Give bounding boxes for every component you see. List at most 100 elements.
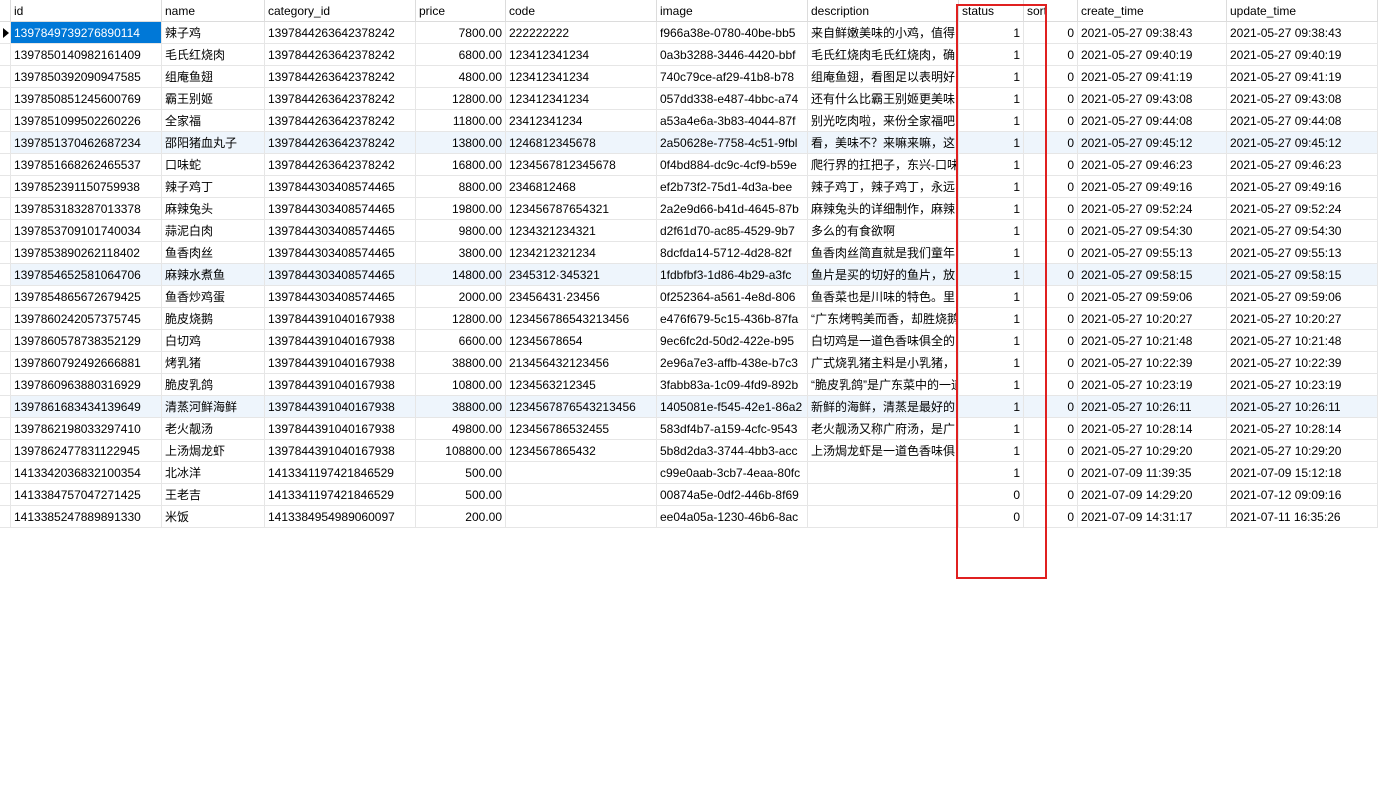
- column-header-id[interactable]: id: [11, 0, 162, 22]
- cell-price[interactable]: 3800.00: [416, 242, 506, 264]
- cell-create-time[interactable]: 2021-05-27 10:22:39: [1078, 352, 1227, 374]
- table-row[interactable]: 1397852391150759938 辣子鸡丁 13978443034085744…: [0, 176, 1378, 198]
- cell-id[interactable]: 1397850392090947585: [11, 66, 162, 88]
- table-row[interactable]: 1397854652581064706 麻辣水煮鱼 1397844303408574…: [0, 264, 1378, 286]
- row-indicator[interactable]: [0, 352, 11, 374]
- cell-id[interactable]: 1397851099502260226: [11, 110, 162, 132]
- cell-image[interactable]: d2f61d70-ac85-4529-9b7: [657, 220, 808, 242]
- cell-sort[interactable]: 0: [1024, 88, 1078, 110]
- cell-category-id[interactable]: 1413384954989060097: [265, 506, 416, 528]
- cell-update-time[interactable]: 2021-05-27 10:21:48: [1227, 330, 1378, 352]
- cell-description[interactable]: 白切鸡是一道色香味俱全的: [808, 330, 959, 352]
- cell-category-id[interactable]: 1397844391040167938: [265, 418, 416, 440]
- cell-category-id[interactable]: 1397844391040167938: [265, 352, 416, 374]
- cell-sort[interactable]: 0: [1024, 418, 1078, 440]
- cell-update-time[interactable]: 2021-05-27 09:59:06: [1227, 286, 1378, 308]
- cell-update-time[interactable]: 2021-05-27 10:20:27: [1227, 308, 1378, 330]
- cell-create-time[interactable]: 2021-05-27 10:21:48: [1078, 330, 1227, 352]
- cell-update-time[interactable]: 2021-05-27 10:29:20: [1227, 440, 1378, 462]
- row-indicator[interactable]: [0, 286, 11, 308]
- cell-name[interactable]: 口味蛇: [162, 154, 265, 176]
- cell-status[interactable]: 1: [959, 264, 1024, 286]
- cell-image[interactable]: 2a2e9d66-b41d-4645-87b: [657, 198, 808, 220]
- cell-image[interactable]: 1405081e-f545-42e1-86a2: [657, 396, 808, 418]
- row-indicator[interactable]: [0, 484, 11, 506]
- cell-sort[interactable]: 0: [1024, 154, 1078, 176]
- row-indicator[interactable]: [0, 220, 11, 242]
- cell-id[interactable]: 1413384757047271425: [11, 484, 162, 506]
- table-row[interactable]: 1397862477831122945 上汤焗龙虾 1397844391040167…: [0, 440, 1378, 462]
- row-indicator[interactable]: [0, 132, 11, 154]
- row-indicator[interactable]: [0, 242, 11, 264]
- cell-price[interactable]: 9800.00: [416, 220, 506, 242]
- cell-price[interactable]: 38800.00: [416, 396, 506, 418]
- cell-code[interactable]: 1234563212345: [506, 374, 657, 396]
- cell-update-time[interactable]: 2021-07-11 16:35:26: [1227, 506, 1378, 528]
- table-row[interactable]: 1413342036832100354 北冰洋 141334119742184652…: [0, 462, 1378, 484]
- cell-id[interactable]: 1397853890262118402: [11, 242, 162, 264]
- cell-image[interactable]: 0f4bd884-dc9c-4cf9-b59e: [657, 154, 808, 176]
- cell-update-time[interactable]: 2021-05-27 09:58:15: [1227, 264, 1378, 286]
- cell-name[interactable]: 毛氏红烧肉: [162, 44, 265, 66]
- cell-status[interactable]: 1: [959, 132, 1024, 154]
- column-header-create-time[interactable]: create_time: [1078, 0, 1227, 22]
- row-indicator[interactable]: [0, 110, 11, 132]
- cell-id[interactable]: 1397861683434139649: [11, 396, 162, 418]
- cell-sort[interactable]: 0: [1024, 220, 1078, 242]
- cell-image[interactable]: 2a50628e-7758-4c51-9fbl: [657, 132, 808, 154]
- cell-name[interactable]: 清蒸河鲜海鲜: [162, 396, 265, 418]
- cell-image[interactable]: 5b8d2da3-3744-4bb3-acc: [657, 440, 808, 462]
- cell-category-id[interactable]: 1397844263642378242: [265, 88, 416, 110]
- cell-status[interactable]: 1: [959, 176, 1024, 198]
- column-header-sort[interactable]: sort: [1024, 0, 1078, 22]
- cell-code[interactable]: 2346812468: [506, 176, 657, 198]
- cell-status[interactable]: 1: [959, 154, 1024, 176]
- cell-price[interactable]: 11800.00: [416, 110, 506, 132]
- cell-status[interactable]: 0: [959, 484, 1024, 506]
- cell-code[interactable]: 1234567865432: [506, 440, 657, 462]
- cell-name[interactable]: 白切鸡: [162, 330, 265, 352]
- cell-image[interactable]: a53a4e6a-3b83-4044-87f: [657, 110, 808, 132]
- cell-image[interactable]: 3fabb83a-1c09-4fd9-892b: [657, 374, 808, 396]
- cell-create-time[interactable]: 2021-05-27 09:59:06: [1078, 286, 1227, 308]
- column-header-status[interactable]: status: [959, 0, 1024, 22]
- row-indicator[interactable]: [0, 330, 11, 352]
- cell-description[interactable]: “广东烤鸭美而香，却胜烧鹅: [808, 308, 959, 330]
- cell-code[interactable]: 222222222: [506, 22, 657, 44]
- cell-image[interactable]: 0f252364-a561-4e8d-806: [657, 286, 808, 308]
- cell-sort[interactable]: 0: [1024, 286, 1078, 308]
- column-header-name[interactable]: name: [162, 0, 265, 22]
- table-row[interactable]: 1397851370462687234 邵阳猪血丸子 139784426364237…: [0, 132, 1378, 154]
- cell-update-time[interactable]: 2021-05-27 10:26:11: [1227, 396, 1378, 418]
- cell-name[interactable]: 辣子鸡丁: [162, 176, 265, 198]
- cell-name[interactable]: 上汤焗龙虾: [162, 440, 265, 462]
- cell-update-time[interactable]: 2021-05-27 09:46:23: [1227, 154, 1378, 176]
- cell-sort[interactable]: 0: [1024, 44, 1078, 66]
- cell-price[interactable]: 6600.00: [416, 330, 506, 352]
- cell-code[interactable]: 123456786543213456: [506, 308, 657, 330]
- cell-sort[interactable]: 0: [1024, 396, 1078, 418]
- cell-description[interactable]: [808, 462, 959, 484]
- cell-sort[interactable]: 0: [1024, 176, 1078, 198]
- cell-status[interactable]: 1: [959, 242, 1024, 264]
- cell-create-time[interactable]: 2021-05-27 10:29:20: [1078, 440, 1227, 462]
- cell-update-time[interactable]: 2021-05-27 09:45:12: [1227, 132, 1378, 154]
- cell-image[interactable]: 00874a5e-0df2-446b-8f69: [657, 484, 808, 506]
- cell-status[interactable]: 1: [959, 440, 1024, 462]
- cell-create-time[interactable]: 2021-05-27 09:46:23: [1078, 154, 1227, 176]
- cell-sort[interactable]: 0: [1024, 484, 1078, 506]
- cell-update-time[interactable]: 2021-05-27 10:28:14: [1227, 418, 1378, 440]
- cell-name[interactable]: 北冰洋: [162, 462, 265, 484]
- cell-image[interactable]: 057dd338-e487-4bbc-a74: [657, 88, 808, 110]
- row-indicator[interactable]: [0, 66, 11, 88]
- cell-update-time[interactable]: 2021-05-27 09:43:08: [1227, 88, 1378, 110]
- cell-image[interactable]: 583df4b7-a159-4cfc-9543: [657, 418, 808, 440]
- cell-price[interactable]: 6800.00: [416, 44, 506, 66]
- cell-id[interactable]: 1397854652581064706: [11, 264, 162, 286]
- cell-image[interactable]: 740c79ce-af29-41b8-b78: [657, 66, 808, 88]
- cell-create-time[interactable]: 2021-05-27 09:55:13: [1078, 242, 1227, 264]
- cell-category-id[interactable]: 1413341197421846529: [265, 484, 416, 506]
- cell-code[interactable]: 1234567876543213456: [506, 396, 657, 418]
- cell-update-time[interactable]: 2021-05-27 09:52:24: [1227, 198, 1378, 220]
- cell-category-id[interactable]: 1397844263642378242: [265, 22, 416, 44]
